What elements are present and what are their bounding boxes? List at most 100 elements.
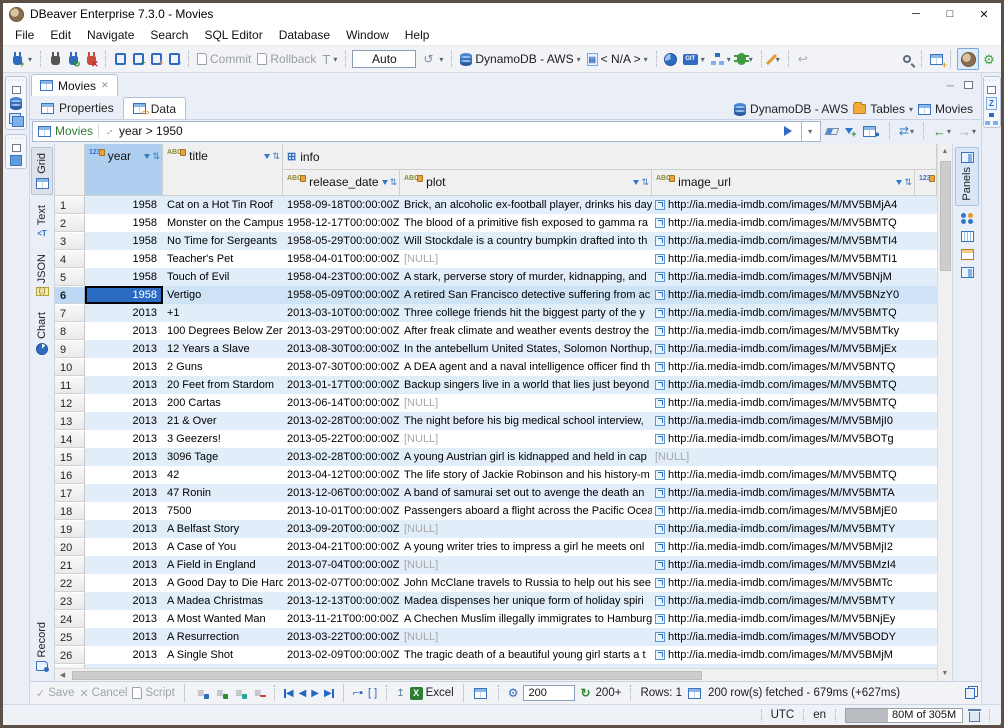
tab-close-icon[interactable]: ✕ xyxy=(101,80,109,91)
fetch-more-label[interactable]: 200+ xyxy=(596,687,622,699)
dbeaver-perspective-button[interactable] xyxy=(957,48,979,70)
cell-image-url[interactable]: http://ia.media-imdb.com/images/M/MV5BMT… xyxy=(652,592,937,610)
value-viewer-panel-icon[interactable] xyxy=(961,267,974,278)
filter-icon[interactable] xyxy=(144,154,150,159)
cell-title[interactable]: A Good Day to Die Hard xyxy=(163,574,283,592)
filter-icon[interactable] xyxy=(382,180,388,185)
preferences-gear-icon[interactable]: ⚙ xyxy=(981,51,997,67)
cell-image-url[interactable]: http://ia.media-imdb.com/images/M/MV5BNz… xyxy=(652,286,937,304)
cell-year[interactable]: 2013 xyxy=(85,538,163,556)
metadata-panel-icon[interactable] xyxy=(961,249,974,260)
cell-release-date[interactable]: 2013-07-30T00:00:00Z xyxy=(283,358,400,376)
menu-item[interactable]: Window xyxy=(338,26,397,44)
link-icon[interactable] xyxy=(655,488,665,498)
link-icon[interactable] xyxy=(655,362,665,372)
cell-image-url[interactable]: http://ia.media-imdb.com/images/M/MV5BMj… xyxy=(652,502,937,520)
link-icon[interactable] xyxy=(655,578,665,588)
save-button[interactable]: ✓Save xyxy=(36,687,74,700)
cell-plot[interactable]: Madea dispenses her unique form of holid… xyxy=(400,592,652,610)
language-label[interactable]: en xyxy=(813,709,826,721)
menu-item[interactable]: Navigate xyxy=(79,26,142,44)
cell-year[interactable]: 2013 xyxy=(85,484,163,502)
fetch-size-input[interactable]: 200 xyxy=(523,685,575,701)
cell-release-date[interactable]: 2013-09-20T00:00:00Z xyxy=(283,520,400,538)
row-number-cell[interactable]: 3 xyxy=(55,232,85,250)
table-row[interactable]: 20 2013 A Case of You 2013-04-21T00:00:0… xyxy=(55,538,937,556)
memory-usage-widget[interactable]: 80M of 305M xyxy=(845,708,963,723)
tab-json[interactable]: JSON{;} xyxy=(31,248,53,302)
link-icon[interactable] xyxy=(655,344,665,354)
table-row[interactable]: 22 2013 A Good Day to Die Hard 2013-02-0… xyxy=(55,574,937,592)
cell-title[interactable]: 200 Cartas xyxy=(163,394,283,412)
cell-year[interactable]: 1958 xyxy=(85,250,163,268)
table-row[interactable]: 11 2013 20 Feet from Stardom 2013-01-17T… xyxy=(55,376,937,394)
link-icon[interactable] xyxy=(655,560,665,570)
transaction-mode-combo[interactable]: Auto xyxy=(352,50,416,68)
table-row[interactable]: 14 2013 3 Geezers! 2013-05-22T00:00:00Z … xyxy=(55,430,937,448)
add-row-icon[interactable]: ≡ xyxy=(213,686,227,700)
cell-release-date[interactable]: 2013-04-12T00:00:00Z xyxy=(283,466,400,484)
link-icon[interactable] xyxy=(655,254,665,264)
cell-plot[interactable]: A young Austrian girl is kidnapped and h… xyxy=(400,448,652,466)
duplicate-row-icon[interactable]: ≡ xyxy=(232,686,246,700)
cell-image-url[interactable]: http://ia.media-imdb.com/images/M/MV5BMT… xyxy=(652,250,937,268)
cell-title[interactable]: A Belfast Story xyxy=(163,520,283,538)
debug-button[interactable]: ▾ xyxy=(735,51,755,67)
cell-year[interactable]: 2013 xyxy=(85,430,163,448)
dashboard-icon[interactable] xyxy=(663,51,679,67)
cell-year[interactable]: 2013 xyxy=(85,322,163,340)
cell-plot[interactable]: A retired San Francisco detective suffer… xyxy=(400,286,652,304)
link-icon[interactable] xyxy=(655,200,665,210)
cell-image-url[interactable]: http://ia.media-imdb.com/images/M/MV5BNj… xyxy=(652,268,937,286)
cell-title[interactable]: Cat on a Hot Tin Roof xyxy=(163,196,283,214)
cell-title[interactable]: Teacher's Pet xyxy=(163,250,283,268)
cell-plot[interactable]: The blood of a primitive fish exposed to… xyxy=(400,214,652,232)
row-number-cell[interactable]: 16 xyxy=(55,466,85,484)
row-number-cell[interactable]: 13 xyxy=(55,412,85,430)
horizontal-scrollbar[interactable]: ◀ xyxy=(55,668,937,681)
cell-title[interactable]: A Most Wanted Man xyxy=(163,610,283,628)
refresh-icon[interactable]: ↻ xyxy=(580,686,590,700)
sort-icon[interactable]: ⇅ xyxy=(272,151,279,162)
cell-title[interactable]: A Field in England xyxy=(163,556,283,574)
caret-down-icon[interactable]: ▾ xyxy=(28,55,32,64)
cell-title[interactable]: No Time for Sergeants xyxy=(163,232,283,250)
link-icon[interactable] xyxy=(655,614,665,624)
menu-item[interactable]: Database xyxy=(271,26,338,44)
cell-release-date[interactable]: 1958-04-23T00:00:00Z xyxy=(283,268,400,286)
table-row[interactable]: 7 2013 +1 2013-03-10T00:00:00Z Three col… xyxy=(55,304,937,322)
cell-year[interactable]: 2013 xyxy=(85,556,163,574)
erase-filter-icon[interactable] xyxy=(824,128,840,135)
breadcrumb-tables[interactable]: Tables▾ xyxy=(853,102,913,116)
cell-release-date[interactable]: 2013-03-29T00:00:00Z xyxy=(283,322,400,340)
cell-title[interactable]: 7500 xyxy=(163,502,283,520)
cell-release-date[interactable]: 1958-05-29T00:00:00Z xyxy=(283,232,400,250)
export-data-icon[interactable]: ↥ xyxy=(396,688,404,699)
tab-record[interactable]: Record xyxy=(31,616,53,677)
table-row[interactable]: 12 2013 200 Cartas 2013-06-14T00:00:00Z … xyxy=(55,394,937,412)
cell-year[interactable]: 2013 xyxy=(85,448,163,466)
link-icon[interactable] xyxy=(655,596,665,606)
close-button[interactable]: ✕ xyxy=(967,3,1001,25)
cell-year[interactable]: 2013 xyxy=(85,340,163,358)
recent-sql-icon[interactable] xyxy=(166,51,182,67)
first-row-icon[interactable]: ◀ xyxy=(284,688,294,699)
rollback-button[interactable]: Rollback xyxy=(255,50,318,68)
link-icon[interactable] xyxy=(655,542,665,552)
cell-year[interactable]: 2013 xyxy=(85,376,163,394)
link-icon[interactable] xyxy=(655,650,665,660)
row-number-cell[interactable]: 4 xyxy=(55,250,85,268)
cell-title[interactable]: 20 Feet from Stardom xyxy=(163,376,283,394)
vertical-scrollbar[interactable]: ▲ ▼ xyxy=(937,144,952,681)
row-number-cell[interactable]: 10 xyxy=(55,358,85,376)
cell-year[interactable]: 1958 xyxy=(85,196,163,214)
column-header-plot[interactable]: ABC plot ⇅ xyxy=(400,170,652,196)
cell-plot[interactable]: A band of samurai set out to avenge the … xyxy=(400,484,652,502)
cell-image-url[interactable]: http://ia.media-imdb.com/images/M/MV5BOD… xyxy=(652,628,937,646)
cell-title[interactable]: 47 Ronin xyxy=(163,484,283,502)
table-row[interactable]: 25 2013 A Resurrection 2013-03-22T00:00:… xyxy=(55,628,937,646)
cell-title[interactable]: +1 xyxy=(163,304,283,322)
menu-item[interactable]: Search xyxy=(142,26,196,44)
filter-query-input[interactable]: year > 1950 xyxy=(119,124,775,138)
cell-year[interactable]: 2013 xyxy=(85,610,163,628)
